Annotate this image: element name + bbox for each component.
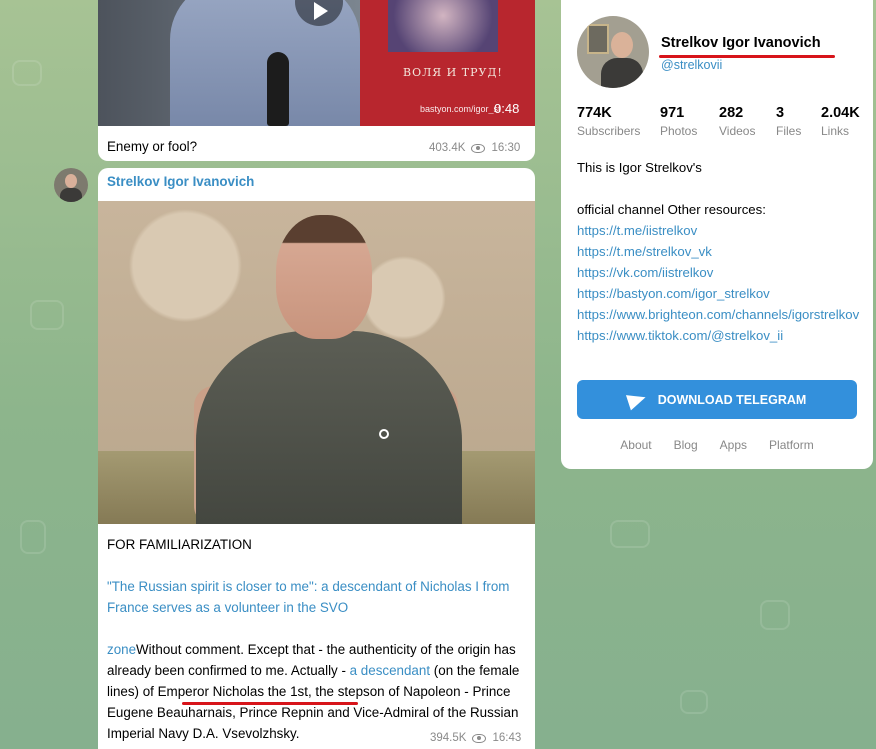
resource-link[interactable]: https://www.tiktok.com/@strelkov_ii [577,325,863,346]
channel-stats: 774K Subscribers 971 Photos 282 Videos 3… [577,104,873,144]
stat-photos[interactable]: 971 Photos [660,104,697,138]
message-card-main: Strelkov Igor Ivanovich FOR FAMILIARIZAT… [98,168,535,749]
message-time: 16:30 [491,142,521,154]
sender-avatar[interactable] [54,168,88,202]
resource-link[interactable]: https://www.brighteon.com/channels/igors… [577,304,863,325]
eye-icon [472,733,487,743]
message-caption: Enemy or fool? [107,139,198,154]
footer-link-platform[interactable]: Platform [769,438,814,452]
photo-person-head [276,215,372,339]
flag-text: ВОЛЯ И ТРУД! [403,66,503,79]
post-photo[interactable] [98,201,535,524]
avatar-body [601,58,643,88]
avatar-body [60,188,82,202]
sender-name[interactable]: Strelkov Igor Ivanovich [107,174,254,189]
microphone [267,52,289,126]
background-doodle [20,520,46,554]
avatar-picture-frame [587,24,609,54]
channel-handle[interactable]: @strelkovii [661,58,722,72]
stat-files[interactable]: 3 Files [776,104,801,138]
video-duration: 0:48 [494,101,520,116]
descendant-link[interactable]: a descendant [350,663,430,678]
message-time: 16:43 [492,732,522,744]
stat-links[interactable]: 2.04K Links [821,104,860,138]
footer-links: About Blog Apps Platform [561,438,873,452]
article-link[interactable]: "The Russian spirit is closer to me": a … [107,579,509,615]
avatar-face [65,174,77,188]
message-meta: 394.5K 16:43 [430,732,521,744]
channel-description: This is Igor Strelkov's official channel… [577,157,863,346]
resource-link[interactable]: https://t.me/strelkov_vk [577,241,863,262]
stat-subscribers[interactable]: 774K Subscribers [577,104,640,138]
stat-videos[interactable]: 282 Videos [719,104,755,138]
download-telegram-button[interactable]: DOWNLOAD TELEGRAM [577,380,857,419]
zone-link[interactable]: zone [107,642,136,657]
resource-link[interactable]: https://bastyon.com/igor_strelkov [577,283,863,304]
description-line: official channel Other resources: [577,202,766,217]
background-doodle [760,600,790,630]
resource-link[interactable]: https://t.me/iistrelkov [577,220,863,241]
download-button-label: DOWNLOAD TELEGRAM [657,392,807,407]
shirt-logo [379,429,389,439]
post-heading: FOR FAMILIARIZATION [107,537,252,552]
resource-link[interactable]: https://vk.com/iistrelkov [577,262,863,283]
eye-icon [471,143,486,153]
thumbnail-flag-emblem [388,0,498,52]
video-watermark: bastyon.com/igor_st [420,104,501,114]
stat-value: 774K [577,105,612,121]
view-count: 403.4K [429,142,466,154]
stat-label: Videos [719,124,756,138]
background-doodle [610,520,650,548]
message-meta: 403.4K 16:30 [429,142,520,154]
view-count: 394.5K [430,732,467,744]
video-thumbnail[interactable]: ВОЛЯ И ТРУД! bastyon.com/igor_st 0:48 [98,0,535,126]
background-doodle [12,60,42,86]
footer-link-about[interactable]: About [620,438,651,452]
stat-value: 282 [719,105,744,121]
stat-label: Links [821,124,850,138]
description-line: This is Igor Strelkov's [577,160,702,175]
stat-label: Files [776,124,802,138]
background-doodle [30,300,64,330]
footer-link-blog[interactable]: Blog [674,438,698,452]
channel-avatar[interactable] [577,16,649,88]
stat-value: 3 [776,105,785,121]
red-annotation-underline [182,702,358,705]
stat-label: Photos [660,124,698,138]
message-card-top: ВОЛЯ И ТРУД! bastyon.com/igor_st 0:48 En… [98,0,535,161]
post-text: FOR FAMILIARIZATION "The Russian spirit … [107,534,527,744]
background-doodle [680,690,708,714]
footer-link-apps[interactable]: Apps [720,438,747,452]
channel-name: Strelkov Igor Ivanovich [661,35,821,51]
avatar-face [611,32,633,58]
stat-value: 971 [660,105,685,121]
stat-label: Subscribers [577,124,641,138]
stat-value: 2.04K [821,105,860,121]
photo-person-body [196,331,462,524]
channel-info-panel: Strelkov Igor Ivanovich @strelkovii 774K… [561,0,873,469]
telegram-plane-icon [625,389,648,410]
